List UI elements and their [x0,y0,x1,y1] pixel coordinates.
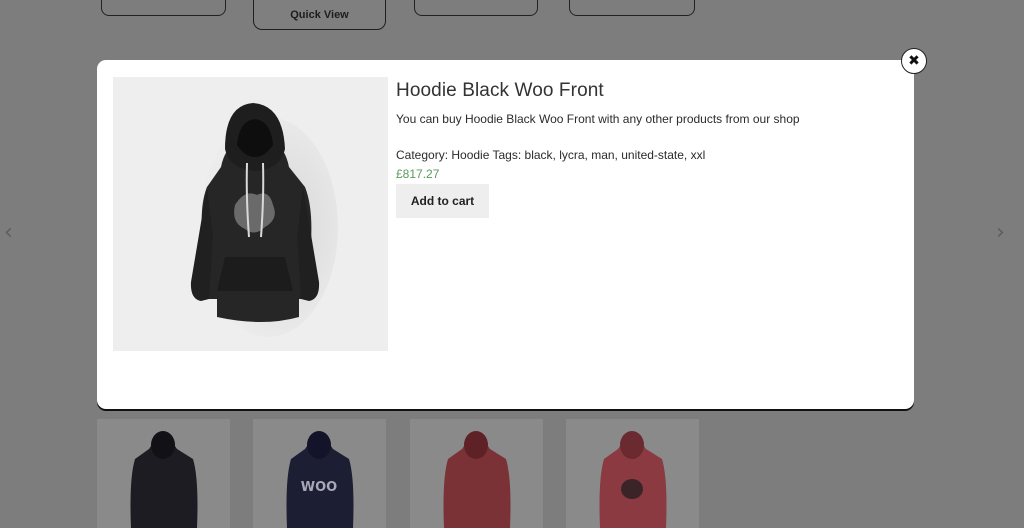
background-button-4 [569,0,695,16]
svg-text:WOO: WOO [301,480,337,495]
chevron-right-icon[interactable]: › [996,222,1005,244]
product-thumbnail-2[interactable]: WOO [253,419,386,528]
background-button-1 [101,0,226,16]
chevron-left-icon[interactable]: ‹ [4,222,13,244]
add-to-cart-button[interactable]: Add to cart [396,184,489,218]
quick-view-button[interactable]: Quick View [253,0,386,30]
close-icon[interactable]: ✖ [901,48,927,74]
product-description: You can buy Hoodie Black Woo Front with … [396,112,800,126]
product-meta: Category: Hoodie Tags: black, lycra, man… [396,148,706,162]
background-button-3 [414,0,538,16]
product-thumbnail-1[interactable] [97,419,230,528]
product-image [113,77,388,351]
product-thumbnail-4[interactable] [566,419,699,528]
product-price: £817.27 [396,167,440,181]
product-title: Hoodie Black Woo Front [396,80,604,101]
quick-view-modal: Hoodie Black Woo Front You can buy Hoodi… [97,60,914,409]
product-info: Hoodie Black Woo Front You can buy Hoodi… [396,80,896,218]
hoodie-image [190,103,338,337]
product-thumbnail-3[interactable] [410,419,543,528]
